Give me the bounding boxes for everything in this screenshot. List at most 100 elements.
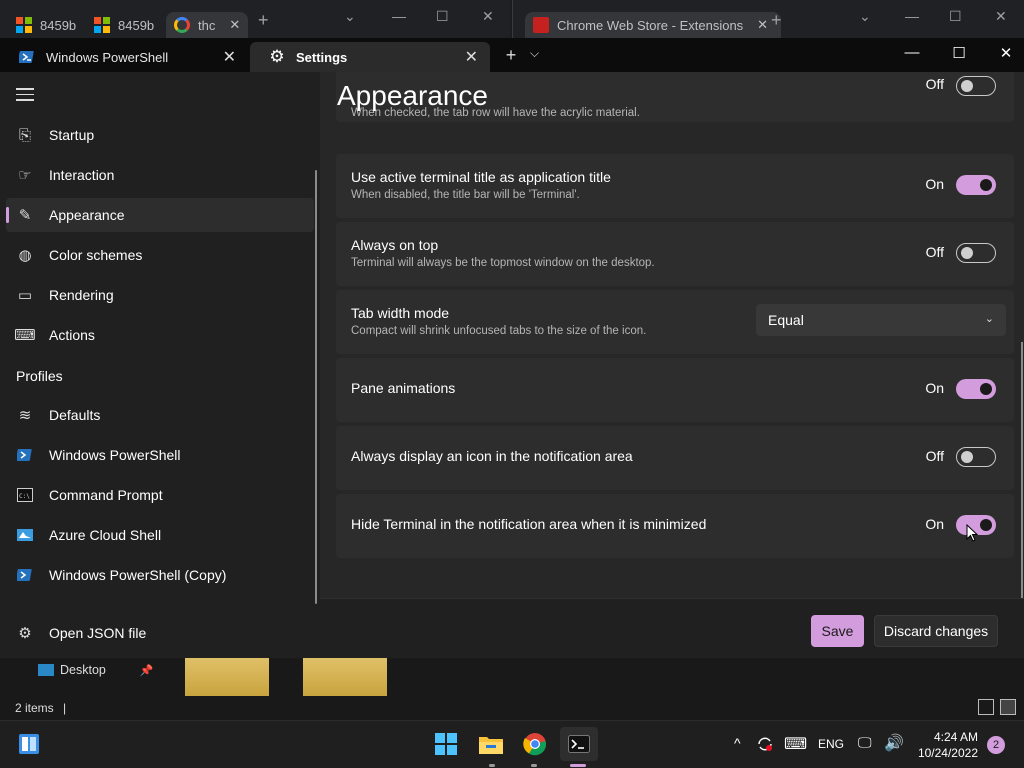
terminal-window: Windows PowerShell ✕ ⚙ Settings ✕ + ⌵ — … — [0, 38, 1024, 658]
taskbar-clock[interactable]: 4:24 AM 10/24/2022 — [912, 729, 978, 761]
close-icon[interactable]: ✕ — [229, 17, 240, 33]
toggle-state-label: On — [925, 380, 944, 396]
terminal-icon[interactable] — [560, 727, 598, 761]
layers-icon: ≋ — [18, 407, 32, 424]
discard-changes-button[interactable]: Discard changes — [874, 615, 998, 647]
file-explorer-background: Desktop 📌 2 items | — [0, 658, 1024, 720]
microsoft-logo-icon — [16, 17, 32, 33]
close-icon[interactable]: ✕ — [465, 47, 478, 67]
folder-thumbnail[interactable] — [303, 658, 387, 696]
sidebar-item-rendering[interactable]: ▭ Rendering — [6, 278, 314, 312]
sidebar-item-label: Defaults — [49, 407, 101, 423]
tab-settings[interactable]: ⚙ Settings ✕ — [250, 42, 490, 72]
close-icon[interactable]: ✕ — [223, 47, 236, 67]
toggle-state-label: Off — [925, 448, 944, 464]
sync-icon[interactable] — [756, 735, 774, 756]
page-title: Appearance — [337, 80, 489, 111]
sidebar-item-appearance[interactable]: ✎ Appearance — [6, 198, 314, 232]
close-icon[interactable]: ✕ — [991, 44, 1021, 62]
keyboard-icon[interactable]: ⌨ — [784, 734, 807, 754]
close-icon[interactable]: ✕ — [757, 17, 768, 33]
windows-start-icon[interactable] — [433, 731, 459, 757]
minimize-icon[interactable]: — — [905, 8, 919, 24]
browser-tab[interactable]: 8459b — [16, 12, 76, 38]
chevron-down-icon[interactable]: ⌵ — [530, 46, 539, 61]
background-browser-right: Chrome Web Store - Extensions ✕ + ⌄ — ☐ … — [512, 0, 1024, 38]
save-button[interactable]: Save — [811, 615, 864, 647]
widgets-icon[interactable] — [16, 731, 42, 757]
notification-icon-toggle[interactable] — [956, 447, 996, 467]
sidebar-item-startup[interactable]: ⎘ Startup — [6, 118, 314, 152]
folder-thumbnail[interactable] — [185, 658, 269, 696]
monitor-icon: ▭ — [17, 287, 33, 304]
toggle-state-label: On — [925, 176, 944, 192]
settings-main: When checked, the tab row will have the … — [320, 72, 1024, 598]
brush-icon: ✎ — [18, 207, 32, 224]
pane-animations-toggle[interactable] — [956, 379, 996, 399]
volume-icon[interactable]: 🔊 — [884, 733, 904, 753]
open-json-file-button[interactable]: ⚙ Open JSON file — [6, 616, 314, 650]
azure-icon — [16, 526, 34, 544]
setting-title: Use active terminal title as application… — [351, 169, 611, 185]
browser-tab-label: Chrome Web Store - Extensions — [557, 17, 744, 33]
file-explorer-icon[interactable] — [478, 731, 504, 757]
gear-icon: ⚙ — [269, 47, 285, 66]
active-title-toggle[interactable] — [956, 175, 996, 195]
acrylic-tab-row-toggle[interactable] — [956, 76, 996, 96]
tab-windows-powershell[interactable]: Windows PowerShell ✕ — [0, 42, 248, 72]
taskbar: ^ ⌨ ENG 🖵 🔊 4:24 AM 10/24/2022 2 — [0, 720, 1024, 768]
sidebar-item-command-prompt[interactable]: C:\ Command Prompt — [6, 478, 314, 512]
sidebar-scrollbar[interactable] — [315, 170, 317, 604]
sidebar-item-defaults[interactable]: ≋ Defaults — [6, 398, 314, 432]
close-icon[interactable]: ✕ — [482, 8, 494, 25]
sidebar-item-label: Appearance — [49, 207, 125, 223]
tab-width-mode-select[interactable]: Equal ⌄ — [756, 304, 1006, 336]
browser-tab-label: 8459b — [118, 17, 155, 33]
settings-footer: Save Discard changes — [320, 598, 1024, 658]
chevron-down-icon: ⌄ — [984, 313, 994, 325]
network-icon[interactable]: 🖵 — [858, 734, 872, 751]
microsoft-logo-icon — [94, 17, 110, 33]
close-icon[interactable]: ✕ — [995, 8, 1007, 25]
new-tab-button[interactable]: + — [771, 10, 782, 31]
hamburger-menu-icon[interactable] — [16, 88, 34, 102]
main-scrollbar[interactable] — [1021, 342, 1023, 598]
setting-notification-icon: Always display an icon in the notificati… — [336, 426, 1014, 490]
setting-minimize-to-tray: Hide Terminal in the notification area w… — [336, 494, 1014, 558]
notification-badge[interactable]: 2 — [987, 736, 1005, 754]
minimize-icon[interactable]: — — [392, 8, 406, 24]
tab-search-icon[interactable]: ⌄ — [859, 8, 871, 25]
always-on-top-toggle[interactable] — [956, 243, 996, 263]
running-app-indicator — [531, 764, 537, 767]
sidebar-item-azure-cloud-shell[interactable]: Azure Cloud Shell — [6, 518, 314, 552]
minimize-icon[interactable]: — — [897, 44, 927, 61]
nav-item-desktop[interactable]: Desktop 📌 — [38, 663, 154, 677]
chrome-icon[interactable] — [522, 731, 548, 757]
sidebar-item-interaction[interactable]: ☞ Interaction — [6, 158, 314, 192]
settings-sidebar: ⎘ Startup ☞ Interaction ✎ Appearance ◍ C… — [0, 72, 320, 658]
sidebar-item-label: Command Prompt — [49, 487, 163, 503]
tab-search-icon[interactable]: ⌄ — [344, 8, 356, 25]
browser-tab-active[interactable]: Chrome Web Store - Extensions ✕ — [525, 12, 781, 38]
browser-tab-active[interactable]: thc ✕ — [166, 12, 249, 38]
sidebar-item-label: Interaction — [49, 167, 115, 183]
show-hidden-icons[interactable]: ^ — [734, 735, 741, 751]
sidebar-item-label: Windows PowerShell (Copy) — [49, 567, 227, 583]
setting-title: Hide Terminal in the notification area w… — [351, 516, 707, 532]
sidebar-item-windows-powershell[interactable]: Windows PowerShell — [6, 438, 314, 472]
browser-tab[interactable]: 8459b — [94, 12, 154, 38]
thumbnail-view-icon[interactable] — [1000, 699, 1016, 715]
maximize-icon[interactable]: ☐ — [949, 8, 962, 25]
maximize-icon[interactable]: ☐ — [436, 8, 449, 25]
sidebar-item-color-schemes[interactable]: ◍ Color schemes — [6, 238, 314, 272]
new-tab-button[interactable]: + — [258, 10, 269, 31]
sidebar-item-actions[interactable]: ⌨ Actions — [6, 318, 314, 352]
tab-label: Windows PowerShell — [46, 49, 169, 65]
details-view-icon[interactable] — [978, 699, 994, 715]
toggle-state-label: Off — [925, 244, 944, 260]
maximize-icon[interactable]: ☐ — [944, 44, 974, 62]
desktop-icon — [38, 664, 54, 676]
language-indicator[interactable]: ENG — [818, 737, 844, 751]
new-tab-button[interactable]: + — [500, 44, 522, 66]
sidebar-item-windows-powershell-copy[interactable]: Windows PowerShell (Copy) — [6, 558, 314, 592]
